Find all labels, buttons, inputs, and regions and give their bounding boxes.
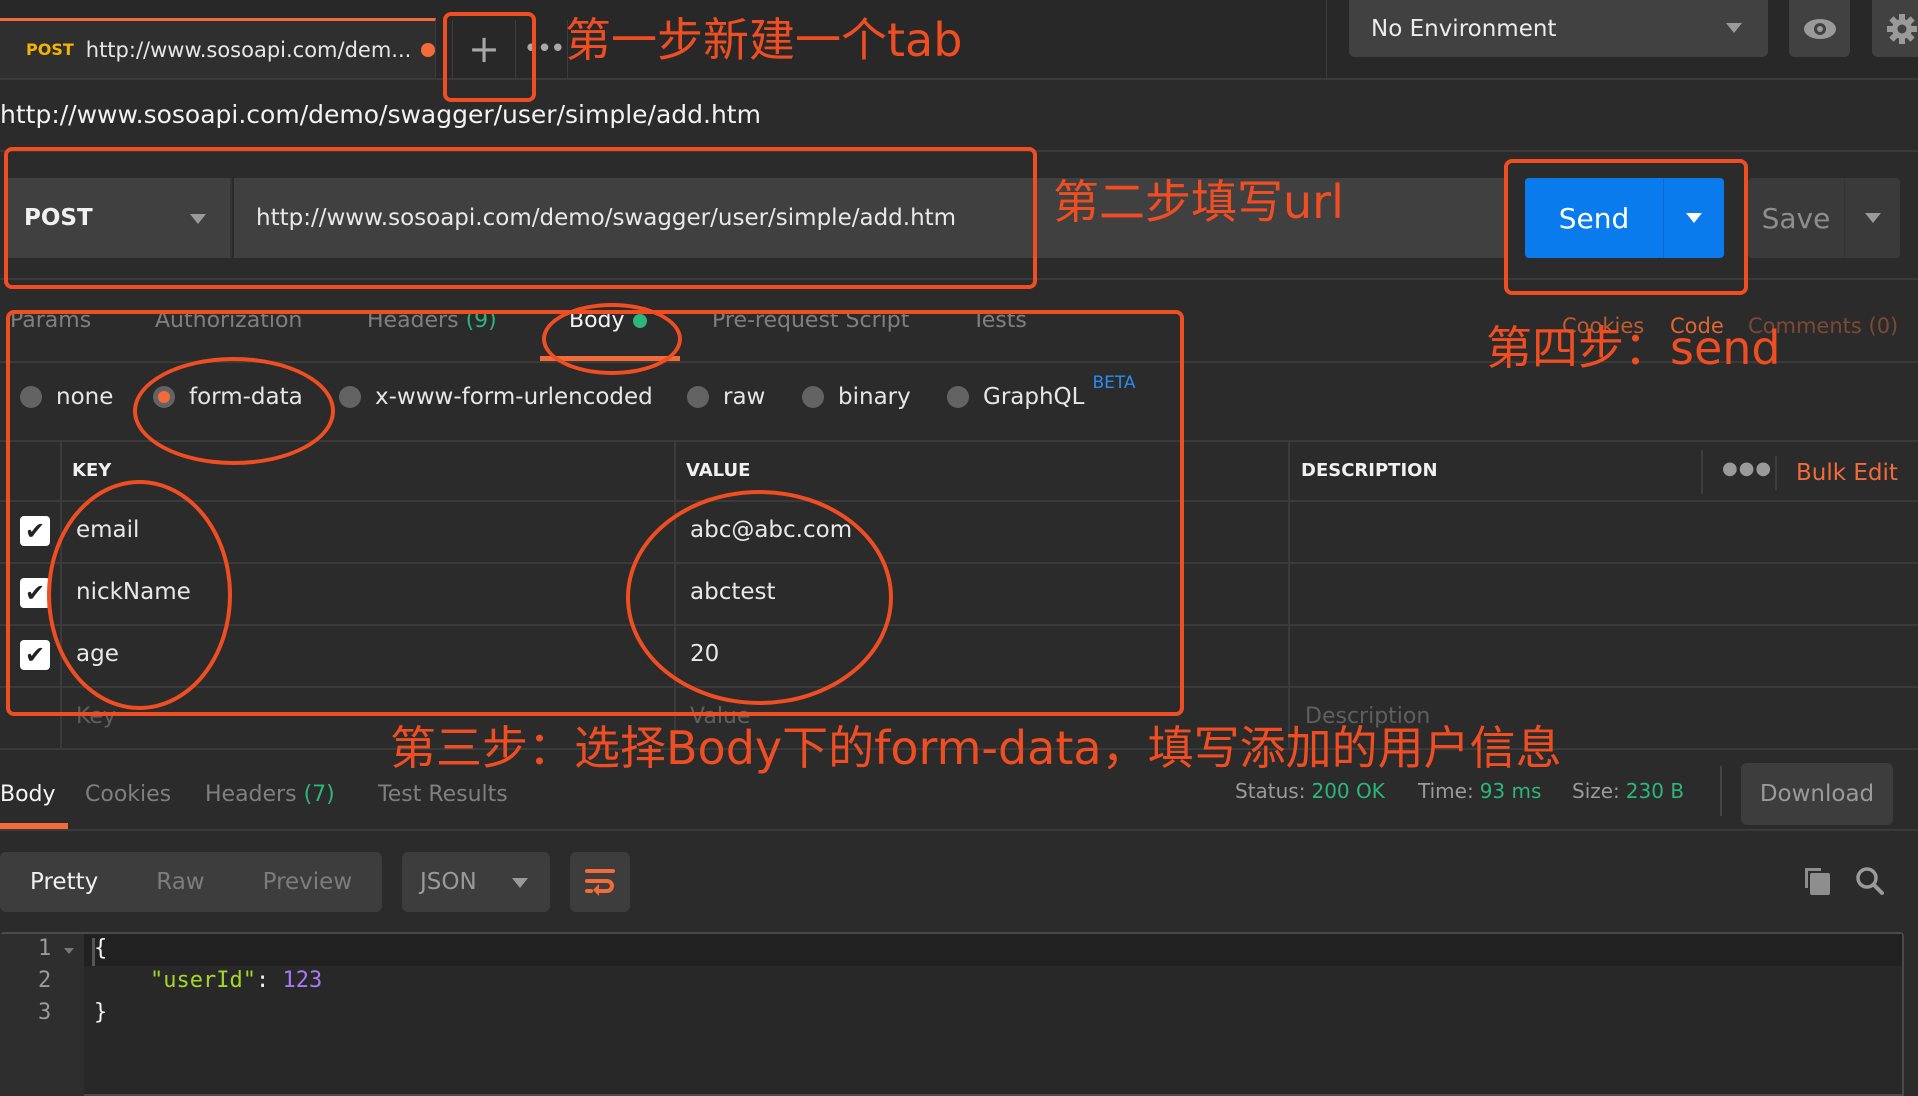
- header-separator: [1775, 456, 1777, 490]
- format-toggle-group: Pretty Raw Preview: [0, 852, 382, 912]
- annotation-box-new-tab: [443, 12, 536, 102]
- format-raw-button[interactable]: Raw: [156, 869, 204, 895]
- json-number: 123: [282, 968, 323, 993]
- wrap-lines-icon: [585, 869, 615, 896]
- request-title: http://www.sosoapi.com/demo/swagger/user…: [0, 100, 761, 129]
- response-tab-headers-label: Headers: [205, 782, 297, 807]
- request-tab-url: http://www.sosoapi.com/dem...: [85, 37, 412, 62]
- response-tab-test-results[interactable]: Test Results: [378, 782, 508, 807]
- save-button-group: Save: [1748, 178, 1900, 258]
- response-tab-cookies[interactable]: Cookies: [85, 782, 171, 807]
- annotation-step3: 第三步：选择Body下的form-data，填写添加的用户信息: [390, 721, 1562, 775]
- code-line: {: [94, 936, 108, 961]
- format-preview-button[interactable]: Preview: [263, 869, 353, 895]
- settings-button[interactable]: [1872, 0, 1918, 57]
- tabbar-separator: [1326, 0, 1327, 78]
- save-options-button[interactable]: [1845, 178, 1900, 258]
- save-button[interactable]: Save: [1748, 178, 1845, 258]
- size-label: Size:: [1572, 779, 1620, 803]
- annotation-step2: 第二步填写url: [1053, 175, 1344, 229]
- time-value: 93 ms: [1479, 779, 1542, 803]
- annotation-box-send: [1504, 159, 1748, 295]
- format-pretty-button[interactable]: Pretty: [30, 869, 98, 895]
- annotation-circle-values: [626, 490, 893, 705]
- divider: [0, 829, 1918, 831]
- annotation-step1: 第一步新建一个tab: [565, 13, 963, 67]
- json-key: "userId": [150, 968, 256, 993]
- wrap-lines-button[interactable]: [570, 852, 630, 912]
- status-readout: Status: 200 OK: [1235, 779, 1385, 803]
- ellipsis-icon: ●●●: [1722, 458, 1773, 479]
- line-number: 1: [38, 936, 52, 961]
- annotation-step4: 第四步：send: [1486, 321, 1781, 375]
- status-separator: [1720, 766, 1722, 816]
- time-readout: Time: 93 ms: [1418, 779, 1541, 803]
- header-separator: [1701, 450, 1703, 494]
- line-number: 3: [38, 1000, 52, 1025]
- json-separator: :: [255, 968, 283, 993]
- environment-quick-look-button[interactable]: [1789, 0, 1850, 57]
- size-value: 230 B: [1625, 779, 1685, 803]
- chevron-down-icon: [512, 878, 528, 888]
- response-tab-body[interactable]: Body: [0, 782, 56, 807]
- size-readout: Size: 230 B: [1572, 779, 1684, 803]
- language-label: JSON: [420, 869, 477, 895]
- active-line-highlight: [84, 934, 1902, 966]
- annotation-circle-body-tab: [542, 303, 682, 375]
- environment-label: No Environment: [1371, 15, 1557, 42]
- search-icon: [1856, 867, 1884, 895]
- column-options-button[interactable]: ●●●: [1722, 458, 1772, 479]
- environment-select[interactable]: No Environment: [1349, 0, 1768, 57]
- gear-icon: [1887, 13, 1917, 44]
- eye-icon: [1803, 18, 1836, 39]
- response-headers-count: (7): [303, 782, 335, 807]
- code-line: "userId": 123: [150, 968, 322, 993]
- response-tab-headers[interactable]: Headers (7): [205, 782, 335, 807]
- status-label: Status:: [1235, 779, 1306, 803]
- download-button[interactable]: Download: [1741, 763, 1893, 825]
- column-header-description: DESCRIPTION: [1301, 460, 1438, 481]
- language-select[interactable]: JSON: [402, 852, 550, 912]
- chevron-down-icon: [1864, 213, 1881, 223]
- code-line: }: [94, 1000, 108, 1025]
- request-tab[interactable]: POST http://www.sosoapi.com/dem...: [0, 18, 436, 78]
- time-label: Time:: [1418, 779, 1474, 803]
- annotation-box-url: [4, 147, 1037, 289]
- request-tab-method: POST: [26, 40, 74, 59]
- copy-button[interactable]: [1803, 866, 1831, 900]
- fold-arrow-icon[interactable]: [64, 948, 74, 954]
- bulk-edit-link[interactable]: Bulk Edit: [1796, 460, 1898, 486]
- column-divider: [1288, 440, 1290, 750]
- chevron-down-icon: [1726, 23, 1742, 33]
- search-button[interactable]: [1855, 866, 1885, 900]
- status-value: 200 OK: [1311, 779, 1385, 803]
- annotation-circle-keys: [47, 480, 232, 710]
- line-number: 2: [38, 968, 52, 993]
- annotation-circle-form-data: [133, 357, 335, 465]
- unsaved-dot-icon: [421, 42, 435, 57]
- copy-icon: [1805, 868, 1830, 895]
